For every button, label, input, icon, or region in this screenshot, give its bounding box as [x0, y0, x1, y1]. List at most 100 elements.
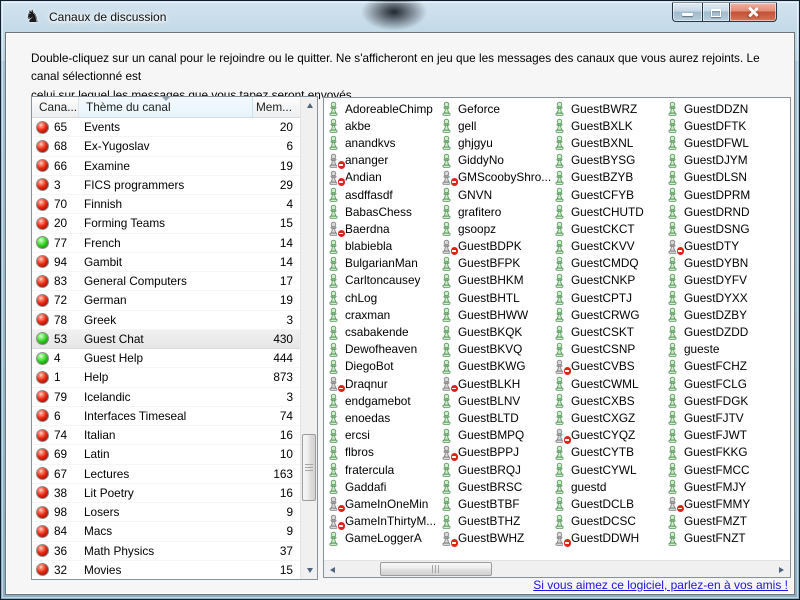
user-item[interactable]: GuestDYFV	[664, 272, 777, 289]
user-item[interactable]: AdoreableChimp	[325, 100, 438, 117]
user-item[interactable]: GuestFKKG	[664, 444, 777, 461]
user-item[interactable]: GuestCMDQ	[551, 255, 664, 272]
user-item[interactable]: craxman	[325, 306, 438, 323]
user-item[interactable]: grafitero	[438, 203, 551, 220]
user-item[interactable]: GMScoobyShro...	[438, 169, 551, 186]
close-button[interactable]	[730, 2, 777, 22]
user-item[interactable]: GuestDFTK	[664, 117, 777, 134]
channel-row[interactable]: 79 Icelandic 3	[32, 388, 300, 407]
user-item[interactable]: GuestBDPK	[438, 238, 551, 255]
user-item[interactable]: GNVN	[438, 186, 551, 203]
user-item[interactable]: GuestDCSC	[551, 513, 664, 530]
user-item[interactable]: GuestBKWG	[438, 358, 551, 375]
scroll-left-button[interactable]	[324, 561, 341, 578]
user-item[interactable]: GuestBHWW	[438, 306, 551, 323]
column-header-theme[interactable]: Thème du canal	[79, 97, 253, 117]
channel-row[interactable]: 77 French 14	[32, 234, 300, 253]
user-item[interactable]: Baerdna	[325, 220, 438, 237]
user-item[interactable]: DiegoBot	[325, 358, 438, 375]
user-item[interactable]: GuestCSKT	[551, 323, 664, 340]
user-item[interactable]: Draqnur	[325, 375, 438, 392]
user-item[interactable]: enoedas	[325, 409, 438, 426]
user-item[interactable]: GameInThirtyM...	[325, 513, 438, 530]
user-item[interactable]: GuestDLSN	[664, 169, 777, 186]
channel-row[interactable]: 38 Lit Poetry 16	[32, 484, 300, 503]
user-item[interactable]: GuestFMZT	[664, 513, 777, 530]
user-item[interactable]: BulgarianMan	[325, 255, 438, 272]
channel-row[interactable]: 98 Losers 9	[32, 503, 300, 522]
user-item[interactable]: GuestBYSG	[551, 152, 664, 169]
user-item[interactable]: GuestBXNL	[551, 134, 664, 151]
user-item[interactable]: GuestBZYB	[551, 169, 664, 186]
channel-table-vertical-scrollbar[interactable]	[300, 97, 317, 579]
user-item[interactable]: GuestDYBN	[664, 255, 777, 272]
user-item[interactable]: GuestDFWL	[664, 134, 777, 151]
user-item[interactable]: GuestFMCC	[664, 461, 777, 478]
user-item[interactable]: GuestCKVV	[551, 238, 664, 255]
user-item[interactable]: GameInOneMin	[325, 495, 438, 512]
user-item[interactable]: GuestBHTL	[438, 289, 551, 306]
horizontal-scrollbar-thumb[interactable]	[380, 562, 492, 576]
user-item[interactable]: GuestCSNP	[551, 341, 664, 358]
user-item[interactable]: GuestBLTD	[438, 409, 551, 426]
user-item[interactable]: GuestCVBS	[551, 358, 664, 375]
user-item[interactable]: GuestFNZT	[664, 530, 777, 547]
user-list-horizontal-scrollbar[interactable]	[324, 560, 790, 577]
channel-row[interactable]: 94 Gambit 14	[32, 253, 300, 272]
user-item[interactable]: GuestDRND	[664, 203, 777, 220]
channel-row[interactable]: 67 Lectures 163	[32, 465, 300, 484]
share-software-link[interactable]: Si vous aimez ce logiciel, parlez-en à v…	[533, 578, 788, 592]
scroll-down-button[interactable]	[301, 562, 318, 579]
user-item[interactable]: GuestBWHZ	[438, 530, 551, 547]
user-item[interactable]: Geforce	[438, 100, 551, 117]
user-item[interactable]: blabiebla	[325, 238, 438, 255]
user-item[interactable]: GuestCXBS	[551, 392, 664, 409]
user-item[interactable]: GuestDZDD	[664, 323, 777, 340]
user-item[interactable]: GuestDZBY	[664, 306, 777, 323]
user-item[interactable]: fratercula	[325, 461, 438, 478]
user-item[interactable]: GuestBLKH	[438, 375, 551, 392]
channel-row[interactable]: 72 German 19	[32, 291, 300, 310]
user-item[interactable]: GuestCNKP	[551, 272, 664, 289]
user-item[interactable]: GuestCWML	[551, 375, 664, 392]
user-item[interactable]: GuestBHKM	[438, 272, 551, 289]
channel-row[interactable]: 74 Italian 16	[32, 426, 300, 445]
user-item[interactable]: GuestBRSC	[438, 478, 551, 495]
channel-row[interactable]: 36 Math Physics 37	[32, 542, 300, 561]
user-item[interactable]: GuestDJYM	[664, 152, 777, 169]
minimize-button[interactable]	[672, 2, 702, 22]
user-item[interactable]: GuestBMPQ	[438, 427, 551, 444]
user-item[interactable]: GuestBRQJ	[438, 461, 551, 478]
user-item[interactable]: akbe	[325, 117, 438, 134]
user-item[interactable]: endgamebot	[325, 392, 438, 409]
user-item[interactable]: gueste	[664, 341, 777, 358]
user-item[interactable]: GuestFJWT	[664, 427, 777, 444]
user-item[interactable]: GuestCKCT	[551, 220, 664, 237]
user-item[interactable]: GuestCYTB	[551, 444, 664, 461]
user-item[interactable]: GuestFCHZ	[664, 358, 777, 375]
user-item[interactable]: GuestDSNG	[664, 220, 777, 237]
user-item[interactable]: BabasChess	[325, 203, 438, 220]
channel-row[interactable]: 84 Macs 9	[32, 522, 300, 541]
user-item[interactable]: GuestDTY	[664, 238, 777, 255]
user-item[interactable]: GuestDDZN	[664, 100, 777, 117]
user-item[interactable]: ananger	[325, 152, 438, 169]
user-item[interactable]: GuestFMMY	[664, 495, 777, 512]
user-item[interactable]: Dewofheaven	[325, 341, 438, 358]
user-item[interactable]: GuestFCLG	[664, 375, 777, 392]
user-item[interactable]: GuestCPTJ	[551, 289, 664, 306]
scroll-up-button[interactable]	[301, 97, 318, 114]
channel-row[interactable]: 32 Movies 15	[32, 561, 300, 579]
user-item[interactable]: Gaddafi	[325, 478, 438, 495]
channel-row[interactable]: 3 FICS programmers 29	[32, 176, 300, 195]
channel-row[interactable]: 53 Guest Chat 430	[32, 330, 300, 349]
user-item[interactable]: GuestFDGK	[664, 392, 777, 409]
channel-row[interactable]: 68 Ex-Yugoslav 6	[32, 137, 300, 156]
user-item[interactable]: asdffasdf	[325, 186, 438, 203]
user-item[interactable]: GuestBLNV	[438, 392, 551, 409]
user-item[interactable]: GuestDPRM	[664, 186, 777, 203]
user-item[interactable]: flbros	[325, 444, 438, 461]
user-item[interactable]: Andian	[325, 169, 438, 186]
titlebar[interactable]: ♞ Canaux de discussion	[2, 2, 798, 32]
user-item[interactable]: GuestBTHZ	[438, 513, 551, 530]
